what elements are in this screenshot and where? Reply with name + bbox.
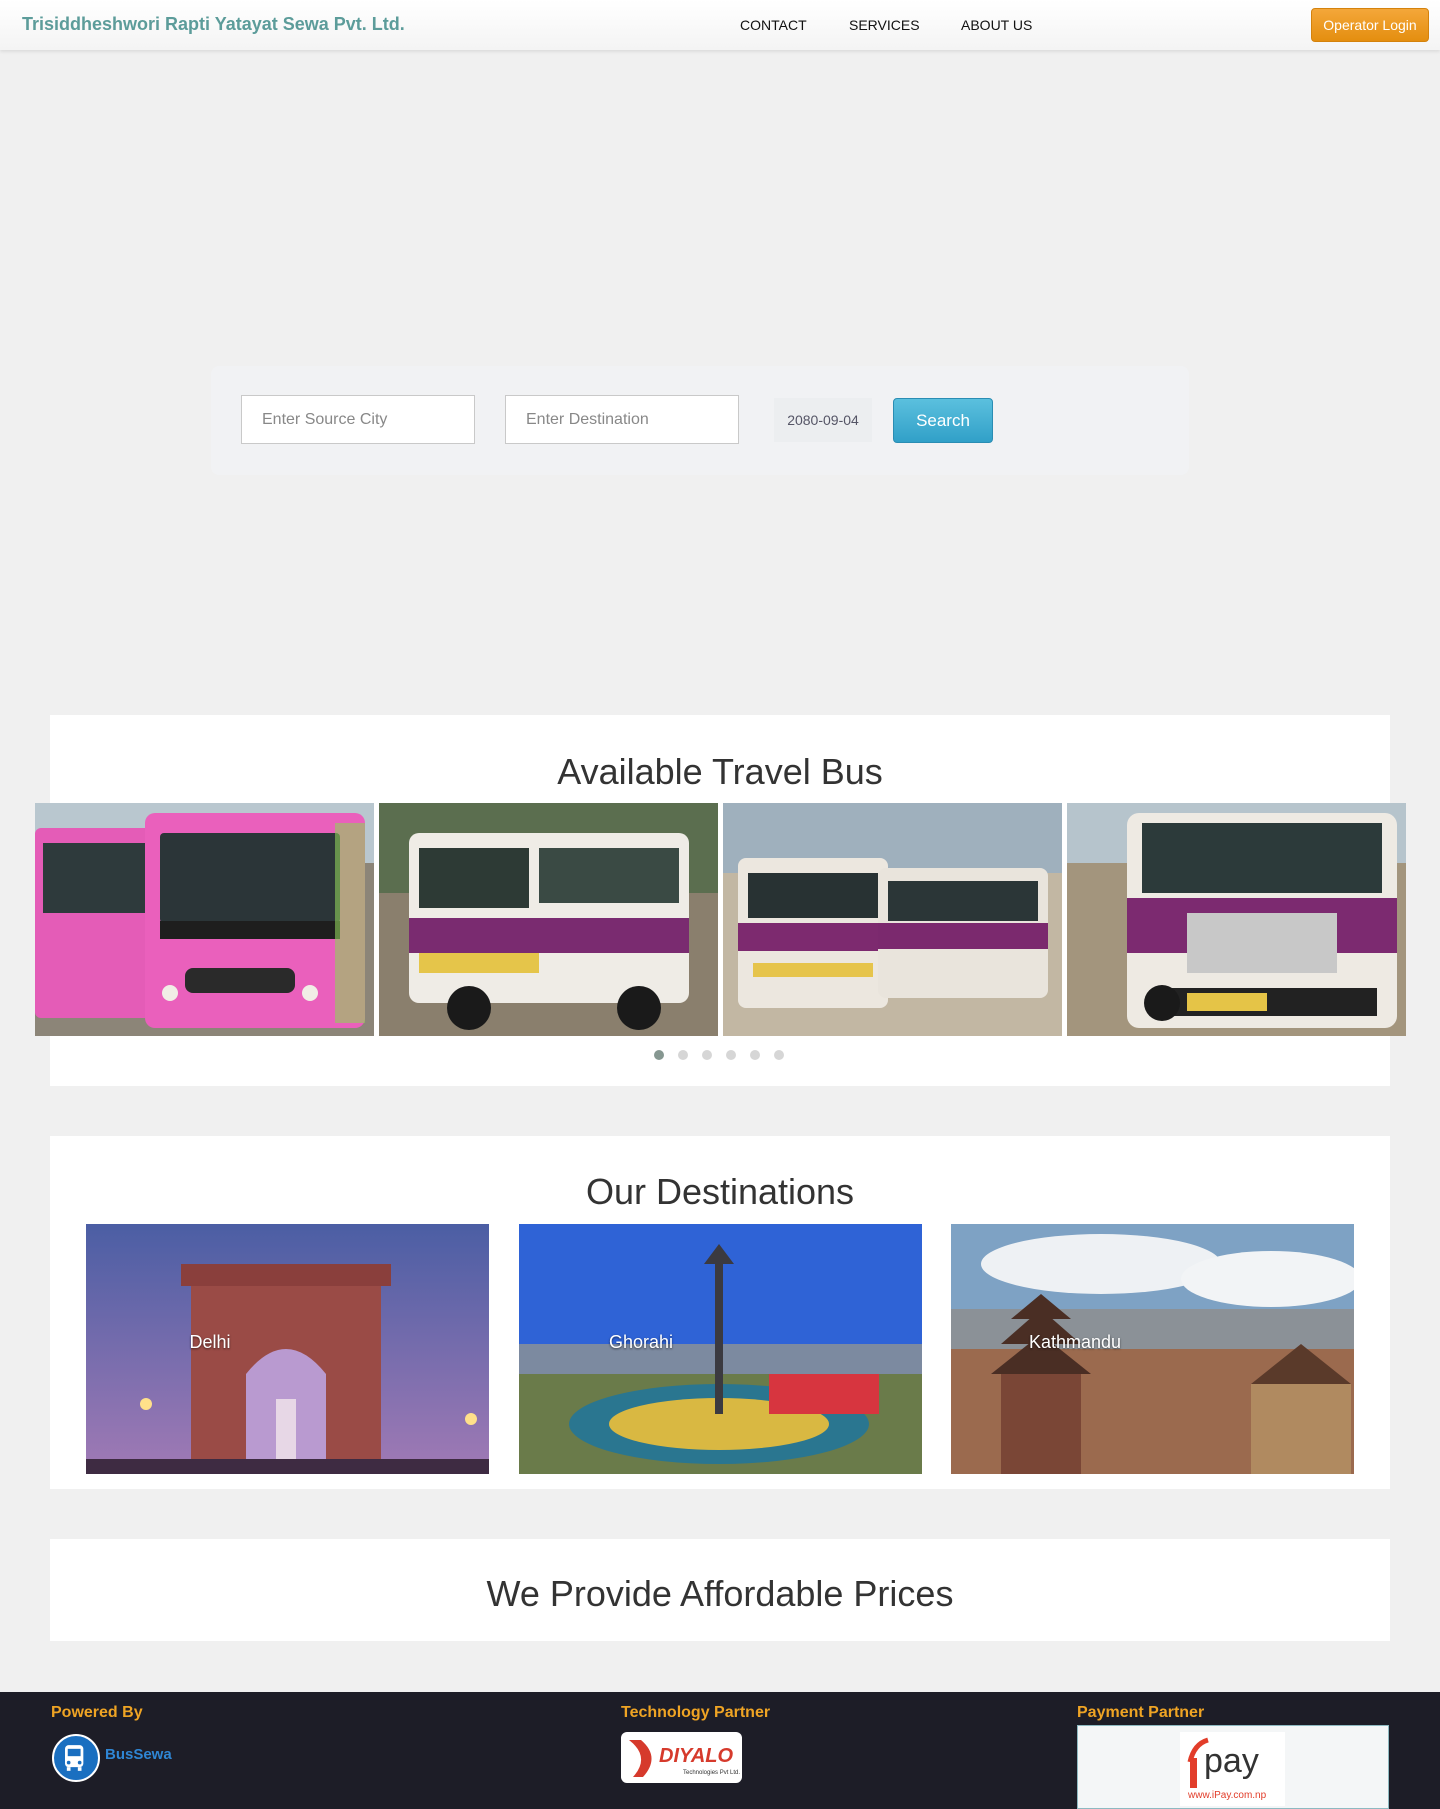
bus-photo-purple-2 <box>723 803 1062 1036</box>
carousel-dot-6[interactable] <box>774 1050 784 1060</box>
footer: Powered By BusSewa Technology Partner DI… <box>0 1692 1440 1809</box>
nav-services[interactable]: SERVICES <box>849 17 920 33</box>
search-button[interactable]: Search <box>893 398 993 443</box>
bussewa-bus-icon[interactable] <box>52 1734 100 1782</box>
date-input[interactable] <box>774 398 872 442</box>
bus-carousel[interactable] <box>35 803 1406 1036</box>
destination-label-kathmandu: Kathmandu <box>1028 1332 1122 1352</box>
technology-partner-heading: Technology Partner <box>621 1704 771 1721</box>
carousel-dot-5[interactable] <box>750 1050 760 1060</box>
destination-card-delhi[interactable]: Delhi <box>86 1224 489 1474</box>
destination-card-ghorahi[interactable]: Ghorahi <box>519 1224 922 1474</box>
operator-login-button[interactable]: Operator Login <box>1311 8 1429 42</box>
top-navbar: Trisiddheshwori Rapti Yatayat Sewa Pvt. … <box>0 0 1440 50</box>
prices-section: We Provide Affordable Prices <box>50 1539 1390 1641</box>
search-panel: Search <box>211 366 1189 475</box>
bus-photo-purple-3 <box>1067 803 1406 1036</box>
carousel-dot-2[interactable] <box>678 1050 688 1060</box>
destination-label-ghorahi: Ghorahi <box>608 1332 674 1352</box>
bus-photo-purple-1 <box>379 803 718 1036</box>
destination-label-delhi: Delhi <box>189 1332 231 1352</box>
ipay-logo: pay www.iPay.com.np <box>1180 1732 1285 1806</box>
carousel-dot-1[interactable] <box>654 1050 664 1060</box>
nav-about-us[interactable]: ABOUT US <box>961 17 1032 33</box>
powered-by-heading: Powered By <box>51 1704 143 1721</box>
carousel-dot-4[interactable] <box>726 1050 736 1060</box>
svg-text:Technologies Pvt Ltd.: Technologies Pvt Ltd. <box>683 1770 740 1776</box>
bussewa-link[interactable]: BusSewa <box>105 1746 172 1763</box>
svg-text:www.iPay.com.np: www.iPay.com.np <box>1187 1790 1267 1801</box>
destinations-title: Our Destinations <box>585 1171 855 1212</box>
bus-photo-pink <box>35 803 374 1036</box>
prices-title: We Provide Affordable Prices <box>486 1573 954 1614</box>
source-city-input[interactable] <box>241 395 475 444</box>
payment-partner-heading: Payment Partner <box>1077 1704 1205 1721</box>
svg-text:DIYALO: DIYALO <box>659 1745 734 1767</box>
carousel-dot-3[interactable] <box>702 1050 712 1060</box>
brand-name[interactable]: Trisiddheshwori Rapti Yatayat Sewa Pvt. … <box>22 14 405 35</box>
svg-text:pay: pay <box>1204 1742 1259 1780</box>
buses-title: Available Travel Bus <box>557 751 883 792</box>
destination-card-kathmandu[interactable]: Kathmandu <box>951 1224 1354 1474</box>
diyalo-logo[interactable]: DIYALO Technologies Pvt Ltd. <box>621 1732 742 1783</box>
nav-contact[interactable]: CONTACT <box>740 17 807 33</box>
destination-input[interactable] <box>505 395 739 444</box>
ipay-logo-box[interactable]: pay www.iPay.com.np <box>1077 1725 1389 1809</box>
